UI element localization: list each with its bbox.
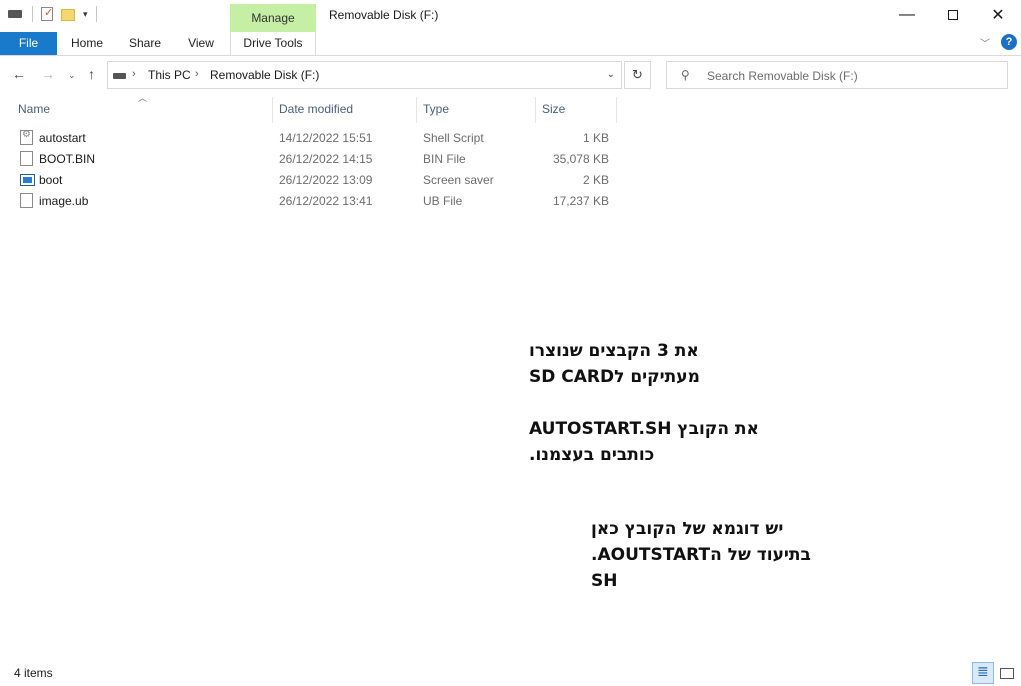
address-bar[interactable]: › This PC › Removable Disk (F:) ⌄: [107, 61, 622, 89]
screensaver-file-icon: [20, 174, 35, 186]
forward-arrow-icon[interactable]: →: [41, 66, 55, 82]
file-name: boot: [39, 173, 63, 187]
status-item-count: 4 items: [14, 666, 53, 680]
column-header-size[interactable]: Size: [542, 102, 565, 116]
maximize-icon: [948, 10, 958, 20]
refresh-button[interactable]: ↻: [624, 61, 651, 89]
address-dropdown-chevron-icon[interactable]: ⌄: [607, 69, 615, 80]
file-type: Shell Script: [423, 131, 484, 145]
search-input[interactable]: ⚲ Search Removable Disk (F:): [666, 61, 1008, 89]
expand-ribbon-chevron-icon[interactable]: ﹀: [980, 35, 990, 50]
tab-share[interactable]: Share: [120, 32, 170, 56]
minimize-button[interactable]: —: [884, 0, 930, 30]
annotation-line: [529, 390, 769, 416]
file-size: 1 KB: [582, 131, 609, 145]
tab-file[interactable]: File: [0, 32, 57, 56]
file-name: autostart: [39, 131, 86, 145]
customize-toolbar-chevron-icon[interactable]: ▾: [83, 9, 88, 20]
refresh-icon: ↻: [632, 67, 643, 82]
ribbon-divider: [0, 55, 1021, 56]
toolbar-separator: [32, 6, 33, 22]
file-date: 26/12/2022 13:09: [279, 173, 373, 187]
back-arrow-icon[interactable]: ←: [12, 66, 26, 82]
annotation-line: בתיעוד של הAOUTSTART.: [591, 545, 811, 565]
large-icons-view-icon[interactable]: [996, 662, 1018, 684]
annotation-line: את הקובץ AUTOSTART.SH: [529, 419, 759, 439]
generic-file-icon: [20, 151, 33, 166]
properties-icon[interactable]: [41, 6, 53, 21]
column-divider[interactable]: [272, 97, 273, 123]
file-type: UB File: [423, 194, 463, 208]
generic-file-icon: [20, 193, 33, 208]
minimize-icon: —: [899, 6, 915, 23]
up-arrow-icon[interactable]: ↑: [88, 66, 95, 82]
drive-icon[interactable]: [8, 6, 24, 22]
column-header-date-modified[interactable]: Date modified: [279, 102, 353, 116]
tab-home[interactable]: Home: [60, 32, 114, 56]
recent-locations-chevron-icon[interactable]: ⌄: [68, 70, 76, 81]
new-folder-icon[interactable]: [61, 9, 75, 21]
toolbar-separator: [95, 6, 97, 22]
file-size: 2 KB: [582, 173, 609, 187]
breadcrumb-this-pc[interactable]: This PC: [148, 68, 191, 82]
file-size: 17,237 KB: [552, 194, 609, 208]
column-divider[interactable]: [535, 97, 536, 123]
file-row[interactable]: autostart 14/12/2022 15:51 Shell Script …: [14, 128, 624, 149]
sort-ascending-icon: ︿: [138, 93, 148, 103]
column-header-name[interactable]: Name: [18, 102, 50, 116]
column-header-type[interactable]: Type: [423, 102, 449, 116]
manage-contextual-group: Manage: [230, 4, 316, 32]
script-file-icon: [20, 129, 33, 145]
tab-drive-tools[interactable]: Drive Tools: [230, 32, 316, 56]
help-icon[interactable]: ?: [1001, 34, 1017, 50]
file-size: 35,078 KB: [552, 152, 609, 166]
quick-access-toolbar: ▾: [8, 6, 97, 22]
annotation-line: את 3 הקבצים שנוצרו: [529, 341, 699, 361]
annotation-line: SH: [591, 571, 618, 591]
annotation-text-1: את 3 הקבצים שנוצרו מעתיקים לSD CARD את ה…: [529, 338, 769, 468]
search-placeholder: Search Removable Disk (F:): [707, 69, 858, 83]
details-view-icon[interactable]: [972, 662, 994, 684]
annotation-line: כותבים בעצמנו.: [529, 445, 655, 465]
file-row[interactable]: boot 26/12/2022 13:09 Screen saver 2 KB: [14, 170, 624, 191]
close-icon: ✕: [991, 7, 1005, 24]
file-row[interactable]: BOOT.BIN 26/12/2022 14:15 BIN File 35,07…: [14, 149, 624, 170]
file-date: 14/12/2022 15:51: [279, 131, 373, 145]
breadcrumb-separator-icon[interactable]: ›: [132, 68, 136, 80]
title-bar: ▾ Manage Removable Disk (F:) — ✕: [0, 0, 1021, 32]
column-divider[interactable]: [416, 97, 417, 123]
search-icon: ⚲: [681, 68, 690, 82]
file-row[interactable]: image.ub 26/12/2022 13:41 UB File 17,237…: [14, 191, 624, 212]
annotation-line: מעתיקים לSD CARD: [529, 367, 700, 387]
file-type: BIN File: [423, 152, 466, 166]
tab-view[interactable]: View: [178, 32, 224, 56]
window-title: Removable Disk (F:): [329, 8, 439, 22]
file-name: BOOT.BIN: [39, 152, 96, 166]
file-name: image.ub: [39, 194, 89, 208]
annotation-text-2: יש דוגמא של הקובץ כאן בתיעוד של הAOUTSTA…: [591, 516, 831, 594]
breadcrumb-removable-disk[interactable]: Removable Disk (F:): [210, 68, 319, 82]
ribbon-tabs: File Home Share View Drive Tools ﹀ ?: [0, 32, 1021, 56]
column-divider[interactable]: [616, 97, 617, 123]
file-type: Screen saver: [423, 173, 494, 187]
breadcrumb-separator-icon[interactable]: ›: [195, 68, 199, 80]
file-date: 26/12/2022 14:15: [279, 152, 373, 166]
close-button[interactable]: ✕: [975, 0, 1021, 30]
maximize-button[interactable]: [930, 0, 976, 30]
drive-icon: [113, 73, 126, 79]
file-date: 26/12/2022 13:41: [279, 194, 373, 208]
annotation-line: יש דוגמא של הקובץ כאן: [591, 519, 784, 539]
manage-label: Manage: [251, 11, 295, 25]
